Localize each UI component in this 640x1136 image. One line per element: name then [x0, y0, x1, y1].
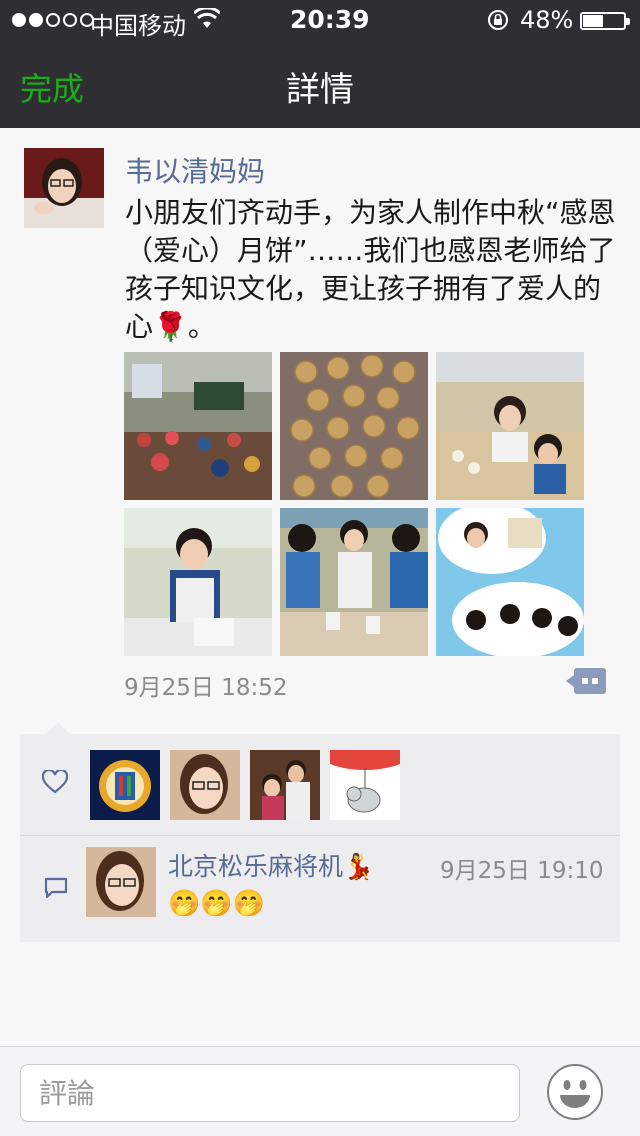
carrier-label: 中国移动	[90, 12, 186, 40]
post-text: 小朋友们齐动手，为家人制作中秋“感恩（爱心）月饼”……我们也感恩老师给了孩子知识…	[125, 196, 616, 343]
clock: 20:39	[290, 5, 370, 34]
interaction-panel: 北京松乐麻将机💃 9月25日 19:10 🤭🤭🤭	[20, 722, 620, 942]
post-photo[interactable]	[280, 508, 428, 656]
comment-row[interactable]: 北京松乐麻将机💃 9月25日 19:10 🤭🤭🤭	[20, 837, 620, 942]
wifi-icon	[194, 8, 220, 28]
likes-row	[20, 734, 620, 836]
comment-input[interactable]	[20, 1064, 520, 1122]
post-photo[interactable]	[436, 508, 584, 656]
comment-icon	[44, 877, 68, 899]
top-header: 中国移动 20:39 48% 完成 詳情	[0, 0, 640, 128]
signal-icon	[12, 13, 94, 27]
commenter-avatar[interactable]	[86, 847, 156, 917]
post-photo[interactable]	[280, 352, 428, 500]
liker-avatar[interactable]	[170, 750, 240, 820]
comment-input-bar	[0, 1046, 640, 1136]
post-timestamp: 9月25日 18:52	[124, 675, 288, 701]
more-options-icon[interactable]	[566, 668, 606, 694]
battery-icon	[580, 12, 630, 30]
page-title: 詳情	[286, 70, 354, 110]
post-photo[interactable]	[124, 508, 272, 656]
orientation-lock-icon	[488, 10, 508, 30]
liker-avatar[interactable]	[250, 750, 320, 820]
liker-avatar[interactable]	[90, 750, 160, 820]
moment-post: 韦以清妈妈 小朋友们齐动手，为家人制作中秋“感恩（爱心）月饼”……我们也感恩老师…	[0, 128, 640, 1046]
post-photo[interactable]	[124, 352, 272, 500]
author-name[interactable]: 韦以清妈妈	[125, 150, 265, 190]
liker-avatar[interactable]	[330, 750, 400, 820]
commenter-name[interactable]: 北京松乐麻将机💃	[168, 847, 374, 883]
emoji-icon[interactable]	[546, 1063, 604, 1121]
author-avatar[interactable]	[24, 148, 104, 228]
comment-text: 🤭🤭🤭	[168, 889, 266, 919]
status-bar: 中国移动 20:39 48%	[0, 0, 640, 40]
battery-percent: 48%	[520, 6, 574, 34]
post-photo[interactable]	[436, 352, 584, 500]
heart-icon	[42, 770, 68, 794]
comment-time: 9月25日 19:10	[440, 858, 604, 884]
